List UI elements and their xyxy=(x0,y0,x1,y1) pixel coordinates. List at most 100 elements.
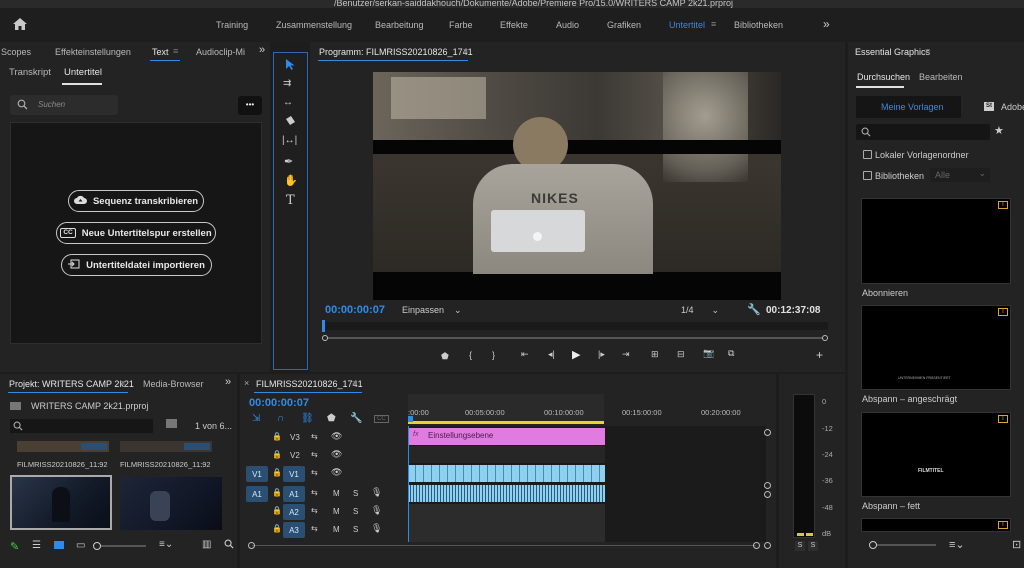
solo-left-button[interactable]: S xyxy=(795,541,805,551)
automate-icon[interactable]: ▥ xyxy=(202,539,211,550)
timeline-playhead[interactable] xyxy=(408,416,413,422)
workspace-tab-farbe[interactable]: Farbe xyxy=(449,20,473,30)
panel-overflow-icon[interactable]: » xyxy=(259,44,265,56)
play-icon[interactable]: ▶ xyxy=(572,348,580,361)
program-menu-icon[interactable]: ≡ xyxy=(463,46,468,56)
project-overflow-icon[interactable]: » xyxy=(225,376,231,388)
workspace-overflow-icon[interactable]: » xyxy=(823,17,830,31)
sync-lock-icon[interactable]: ⇆ xyxy=(311,506,318,515)
template-thumb-next[interactable]: T xyxy=(861,518,1011,532)
source-patch-v1[interactable]: V1 xyxy=(246,466,268,482)
lock-icon[interactable]: 🔒 xyxy=(272,506,282,515)
clip-thumb-2[interactable] xyxy=(120,441,212,452)
mute-button[interactable]: M xyxy=(333,489,340,498)
subtab-untertitel[interactable]: Untertitel xyxy=(64,67,102,78)
lift-icon[interactable]: ⊞ xyxy=(651,349,659,360)
step-back-icon[interactable]: ◂| xyxy=(548,349,555,360)
workspace-tab-grafiken[interactable]: Grafiken xyxy=(607,20,641,30)
libraries-select[interactable]: Alle ⌄ xyxy=(930,168,990,182)
tab-effekteinstellungen[interactable]: Effekteinstellungen xyxy=(55,47,131,57)
mute-button[interactable]: M xyxy=(333,525,340,534)
project-menu-icon[interactable]: ≡ xyxy=(120,378,125,388)
type-tool-icon[interactable]: T xyxy=(286,193,295,208)
lock-icon[interactable]: 🔒 xyxy=(272,450,282,459)
selection-tool-icon[interactable] xyxy=(285,58,296,73)
tab-media-browser[interactable]: Media-Browser xyxy=(143,379,204,389)
new-caption-track-button[interactable]: CC Neue Untertitelspur erstellen xyxy=(56,222,216,244)
comparison-view-icon[interactable]: ⧉ xyxy=(728,348,734,359)
timeline-close-icon[interactable]: × xyxy=(244,378,249,388)
nest-icon[interactable]: ⇲ xyxy=(252,413,260,424)
panel-menu-icon[interactable]: ≡ xyxy=(173,46,178,56)
video-clip-v1[interactable] xyxy=(408,465,605,482)
more-options-button[interactable]: ••• xyxy=(238,96,262,115)
libraries-checkbox[interactable] xyxy=(863,171,872,180)
list-view-icon[interactable]: ☰ xyxy=(32,540,41,551)
track-label-v1[interactable]: V1 xyxy=(283,466,305,482)
template-thumb-abspann-fett[interactable]: T FILMTITEL xyxy=(861,412,1011,497)
subtab-transkript[interactable]: Transkript xyxy=(9,67,51,78)
track-select-tool-icon[interactable]: ⇉ xyxy=(283,78,291,89)
track-label-a3[interactable]: A3 xyxy=(283,522,305,538)
go-to-out-icon[interactable]: ⇥ xyxy=(622,349,630,360)
source-patch-a1[interactable]: A1 xyxy=(246,486,268,502)
go-to-in-icon[interactable]: ⇤ xyxy=(521,349,529,360)
captions-toggle-icon[interactable]: CC xyxy=(374,415,389,423)
track-label-a1[interactable]: A1 xyxy=(283,486,305,502)
program-playhead[interactable] xyxy=(322,320,325,332)
mark-out-icon[interactable]: } xyxy=(492,350,495,360)
vertical-scrollbar[interactable] xyxy=(764,429,771,549)
find-icon[interactable] xyxy=(224,539,234,551)
workspace-tab-training[interactable]: Training xyxy=(216,20,248,30)
workspace-tab-zusammenstellung[interactable]: Zusammenstellung xyxy=(276,20,352,30)
lock-icon[interactable]: 🔒 xyxy=(272,524,282,533)
project-search-input[interactable] xyxy=(10,419,153,433)
sync-lock-icon[interactable]: ⇆ xyxy=(311,468,318,477)
eg-sort-icon[interactable]: ≡⌄ xyxy=(949,538,965,551)
tab-bearbeiten[interactable]: Bearbeiten xyxy=(919,72,963,82)
wrench-icon[interactable]: 🔧 xyxy=(747,303,761,316)
timeline-menu-icon[interactable]: ≡ xyxy=(352,378,357,388)
timeline-timecode[interactable]: 00:00:00:07 xyxy=(249,397,309,409)
program-timecode[interactable]: 00:00:00:07 xyxy=(325,304,385,316)
import-caption-file-button[interactable]: Untertiteldatei importieren xyxy=(61,254,212,276)
sync-lock-icon[interactable]: ⇆ xyxy=(311,450,318,459)
mic-icon[interactable]: 🎙 xyxy=(371,523,382,534)
workspace-tab-audio[interactable]: Audio xyxy=(556,20,579,30)
workspace-tab-bibliotheken[interactable]: Bibliotheken xyxy=(734,20,783,30)
zoom-scrollbar[interactable] xyxy=(322,335,828,341)
extract-icon[interactable]: ⊟ xyxy=(677,349,685,360)
slip-tool-icon[interactable]: |↔| xyxy=(282,135,297,146)
timeline-settings-icon[interactable]: 🔧 xyxy=(350,413,362,424)
new-bin-icon[interactable] xyxy=(166,419,177,428)
local-templates-checkbox[interactable] xyxy=(863,150,872,159)
solo-right-button[interactable]: S xyxy=(808,541,818,551)
workspace-tab-untertitel[interactable]: Untertitel xyxy=(669,20,705,30)
template-thumb-abonnieren[interactable]: T xyxy=(861,198,1011,284)
razor-tool-icon[interactable] xyxy=(284,115,296,129)
mute-button[interactable]: M xyxy=(333,507,340,516)
search-input[interactable]: Suchen xyxy=(10,95,118,115)
eg-thumb-size-slider[interactable] xyxy=(869,541,936,549)
home-icon[interactable] xyxy=(12,17,28,31)
eye-icon[interactable]: 👁 xyxy=(331,449,342,460)
pen-tool-icon[interactable]: ✒ xyxy=(284,155,293,168)
program-scrubber[interactable] xyxy=(322,320,828,332)
workspace-tab-effekte[interactable]: Effekte xyxy=(500,20,528,30)
lock-icon[interactable]: 🔒 xyxy=(272,488,282,497)
mark-in-icon[interactable]: { xyxy=(469,350,472,360)
ripple-edit-tool-icon[interactable]: ↔ xyxy=(283,97,293,108)
workspace-tab-bearbeitung[interactable]: Bearbeitung xyxy=(375,20,424,30)
mic-icon[interactable]: 🎙 xyxy=(371,505,382,516)
lock-icon[interactable]: 🔒 xyxy=(272,432,282,441)
snap-icon[interactable]: ∩ xyxy=(277,413,284,424)
freeform-view-icon[interactable]: ▭ xyxy=(76,540,85,551)
adjustment-layer-clip[interactable]: fx Einstellungsebene xyxy=(408,428,605,445)
tab-text[interactable]: Text xyxy=(152,47,169,57)
export-frame-icon[interactable]: 📷 xyxy=(703,348,714,359)
transcribe-sequence-button[interactable]: Sequenz transkribieren xyxy=(68,190,204,212)
hand-tool-icon[interactable]: ✋ xyxy=(284,174,298,187)
time-ruler[interactable]: :00:00 00:05:00:00 00:10:00:00 00:15:00:… xyxy=(408,394,768,424)
solo-button[interactable]: S xyxy=(353,489,358,498)
add-marker-icon[interactable]: ⬟ xyxy=(327,413,336,424)
